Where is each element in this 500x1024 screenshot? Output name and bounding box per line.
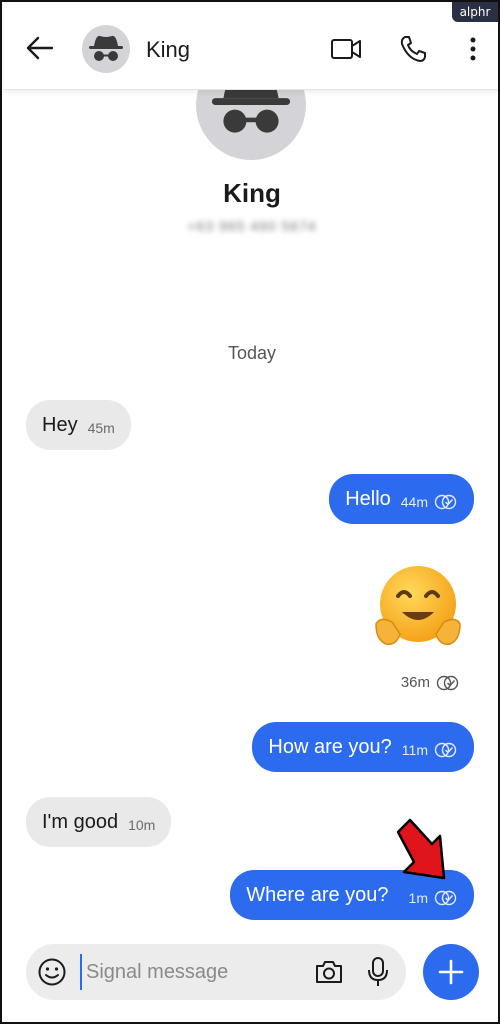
camera-icon (316, 961, 342, 983)
message-text: Where are you? (246, 883, 389, 906)
read-receipt-icon (434, 890, 458, 906)
message-text: How are you? (268, 735, 392, 758)
message-time: 10m (128, 817, 156, 833)
voice-call-button[interactable] (396, 32, 430, 66)
outgoing-message[interactable]: How are you? 11m (252, 722, 474, 772)
message-text: Hey (42, 413, 78, 436)
read-receipt-icon (434, 494, 458, 510)
message-time: 45m (87, 420, 115, 436)
message-input[interactable] (80, 954, 300, 990)
incognito-avatar-icon (89, 35, 123, 61)
read-receipt-icon (434, 742, 458, 758)
phone-screen: alphr King King +63 965 490 5674 Today H… (0, 0, 500, 1024)
phone-icon (400, 36, 426, 62)
hugging-face-emoji[interactable] (370, 562, 466, 658)
camera-button[interactable] (312, 956, 346, 988)
more-options-button[interactable] (456, 32, 490, 66)
date-separator: Today (227, 343, 277, 363)
message-text: I'm good (42, 810, 119, 833)
profile-phone-number: +63 965 490 5674 (187, 218, 317, 234)
back-button[interactable] (22, 30, 58, 66)
message-time: 11m (401, 742, 428, 758)
message-time: 1m (408, 890, 428, 906)
message-time: 44m (400, 494, 428, 510)
contact-avatar[interactable] (82, 25, 130, 73)
outgoing-message[interactable]: Hello 44m (329, 474, 474, 524)
message-time: 36m (400, 674, 430, 691)
incoming-message[interactable]: Hey 45m (26, 400, 131, 450)
smiley-icon (38, 958, 66, 986)
back-arrow-icon (26, 36, 54, 60)
more-vertical-icon (470, 37, 476, 61)
message-composer (26, 944, 406, 1000)
voice-note-button[interactable] (364, 954, 392, 990)
microphone-icon (368, 957, 388, 986)
incoming-message[interactable]: I'm good 10m (26, 797, 172, 847)
annotation-arrow-icon (396, 818, 446, 880)
contact-name[interactable]: King (146, 37, 190, 63)
add-attachment-button[interactable] (423, 944, 479, 1000)
read-receipt-icon (436, 675, 460, 691)
emoji-message-meta: 36m (401, 674, 460, 691)
video-call-button[interactable] (329, 32, 363, 66)
video-call-icon (331, 39, 361, 59)
plus-icon (438, 959, 464, 985)
profile-name: King (223, 178, 281, 208)
message-text: Hello (345, 487, 391, 510)
emoji-button[interactable] (36, 956, 68, 988)
conversation-header: King (4, 4, 498, 90)
watermark-logo: alphr (452, 2, 498, 22)
